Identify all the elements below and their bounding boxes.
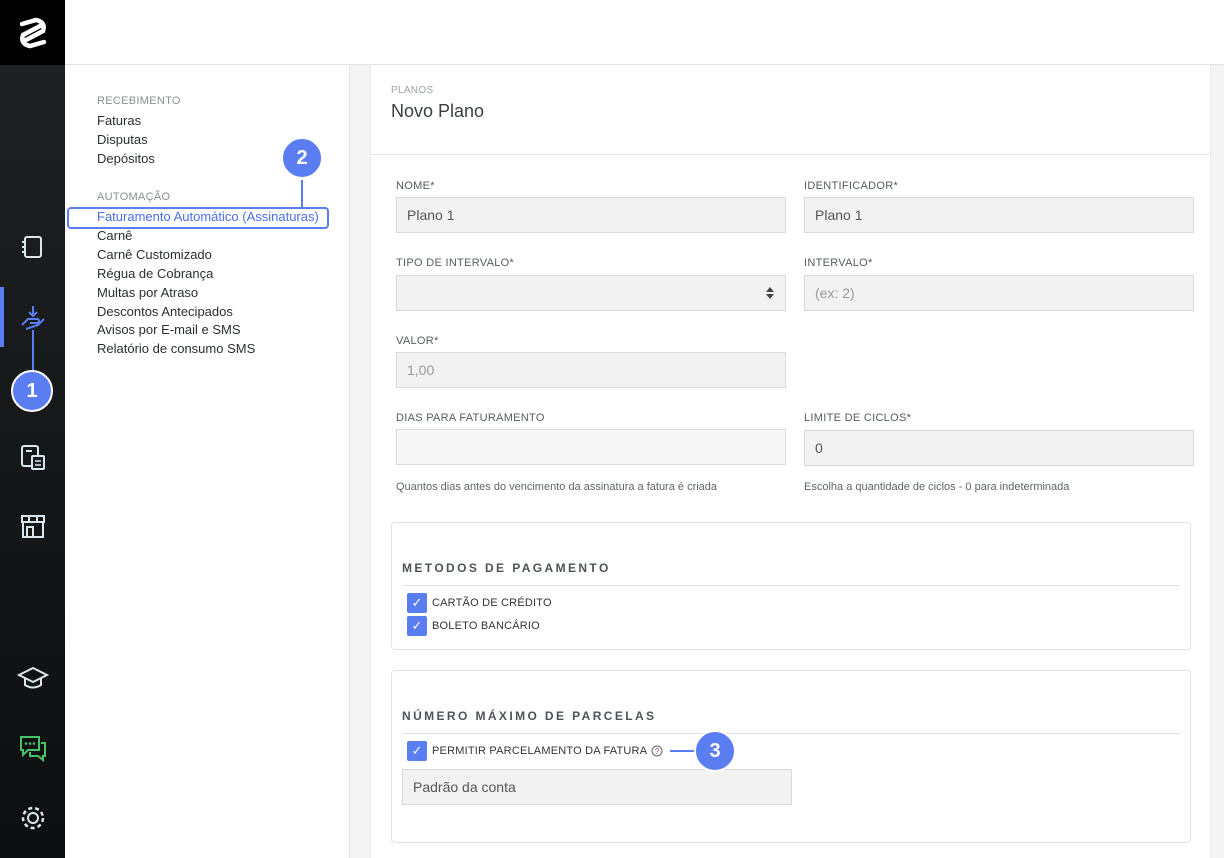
limite-input[interactable]: 0 (804, 430, 1194, 466)
payment-methods-divider (402, 585, 1180, 586)
payment-methods-title: METODOS DE PAGAMENTO (402, 561, 611, 575)
callout-1-line (32, 330, 34, 370)
valor-label: VALOR* (396, 335, 439, 347)
notebook-icon (21, 236, 42, 258)
intervalo-placeholder: (ex: 2) (815, 285, 855, 301)
card-header: PLANOS Novo Plano (371, 65, 1210, 155)
rail-item-settings[interactable] (0, 790, 65, 846)
calculator-icon (20, 445, 45, 470)
rail-item-chat[interactable] (0, 720, 65, 776)
plan-form-card: PLANOS Novo Plano NOME* Plano 1 IDENTIFI… (370, 65, 1211, 858)
dias-help: Quantos dias antes do vencimento da assi… (396, 481, 718, 493)
installments-select[interactable]: Padrão da conta (402, 769, 792, 805)
nome-value: Plano 1 (407, 207, 455, 223)
select-arrows-icon (766, 287, 774, 299)
menu-item-carne[interactable]: Carnê (97, 228, 132, 243)
allow-installments-checkbox[interactable]: ✓ (407, 741, 427, 761)
tipo-intervalo-label: TIPO DE INTERVALO* (396, 257, 515, 269)
credit-card-label: CARTÃO DE CRÉDITO (432, 597, 552, 609)
nome-label: NOME* (396, 180, 435, 192)
valor-input[interactable]: 1,00 (396, 352, 786, 388)
sidebar-submenu: RECEBIMENTO Faturas Disputas Depósitos A… (65, 65, 350, 858)
callout-2-line (301, 180, 303, 207)
tipo-intervalo-select[interactable] (396, 275, 786, 311)
valor-placeholder: 1,00 (407, 362, 435, 378)
section-title-recebimento: RECEBIMENTO (97, 95, 181, 107)
menu-item-avisos[interactable]: Avisos por E-mail e SMS (97, 322, 241, 337)
option-boleto[interactable]: ✓ BOLETO BANCÁRIO (407, 616, 540, 636)
rail-item-calculator[interactable] (0, 429, 65, 485)
option-allow-installments[interactable]: ✓ PERMITIR PARCELAMENTO DA FATURA ? (407, 741, 663, 761)
top-bar (65, 0, 1224, 65)
icon-rail (0, 0, 65, 858)
limite-help: Escolha a quantidade de ciclos - 0 para … (804, 481, 1070, 493)
identificador-label: IDENTIFICADOR* (804, 180, 899, 192)
menu-item-regua-cobranca[interactable]: Régua de Cobrança (97, 266, 213, 281)
menu-item-carne-customizado[interactable]: Carnê Customizado (97, 247, 212, 262)
callout-3-line (670, 750, 695, 752)
rail-item-store[interactable] (0, 498, 65, 554)
gear-icon (21, 806, 44, 830)
menu-item-disputas[interactable]: Disputas (97, 132, 148, 147)
allow-installments-label: PERMITIR PARCELAMENTO DA FATURA (432, 745, 648, 757)
menu-item-faturamento-automatico[interactable]: Faturamento Automático (Assinaturas) (97, 209, 319, 224)
payment-methods-box: METODOS DE PAGAMENTO ✓ CARTÃO DE CRÉDITO… (391, 522, 1191, 650)
menu-item-faturas[interactable]: Faturas (97, 113, 141, 128)
logo-icon (19, 17, 46, 48)
section-title-automacao: AUTOMAÇÃO (97, 191, 171, 203)
option-credit-card[interactable]: ✓ CARTÃO DE CRÉDITO (407, 593, 552, 613)
identificador-input[interactable]: Plano 1 (804, 197, 1194, 233)
credit-card-checkbox[interactable]: ✓ (407, 593, 427, 613)
page-title: Novo Plano (391, 101, 485, 121)
installments-select-value: Padrão da conta (413, 779, 516, 795)
hand-receive-icon (20, 306, 45, 330)
dias-input[interactable] (396, 429, 786, 465)
app-logo[interactable] (0, 0, 65, 65)
limite-label: LIMITE DE CICLOS* (804, 412, 912, 424)
installments-divider (402, 733, 1180, 734)
menu-item-multas[interactable]: Multas por Atraso (97, 285, 198, 300)
rail-item-billing[interactable] (0, 219, 65, 275)
menu-item-depositos[interactable]: Depósitos (97, 151, 155, 166)
store-icon (20, 515, 45, 538)
svg-text:?: ? (655, 747, 660, 756)
boleto-label: BOLETO BANCÁRIO (432, 620, 540, 632)
limite-value: 0 (815, 440, 823, 456)
scroll-area (1211, 65, 1224, 858)
dias-label: DIAS PARA FATURAMENTO (396, 412, 545, 424)
help-circle-icon[interactable]: ? (651, 745, 663, 757)
callout-badge-1: 1 (11, 370, 53, 412)
callout-badge-3: 3 (694, 730, 736, 772)
breadcrumb[interactable]: PLANOS (391, 85, 433, 96)
menu-item-relatorio-sms[interactable]: Relatório de consumo SMS (97, 341, 255, 356)
intervalo-label: INTERVALO* (804, 257, 873, 269)
chat-icon (19, 736, 46, 763)
installments-title: NÚMERO MÁXIMO DE PARCELAS (402, 709, 657, 723)
callout-badge-2: 2 (281, 137, 323, 179)
intervalo-input[interactable]: (ex: 2) (804, 275, 1194, 311)
identificador-value: Plano 1 (815, 207, 863, 223)
rail-item-academy[interactable] (0, 650, 65, 706)
menu-item-descontos[interactable]: Descontos Antecipados (97, 304, 233, 319)
graduation-cap-icon (16, 666, 49, 689)
installments-box: NÚMERO MÁXIMO DE PARCELAS ✓ PERMITIR PAR… (391, 670, 1191, 843)
boleto-checkbox[interactable]: ✓ (407, 616, 427, 636)
nome-input[interactable]: Plano 1 (396, 197, 786, 233)
